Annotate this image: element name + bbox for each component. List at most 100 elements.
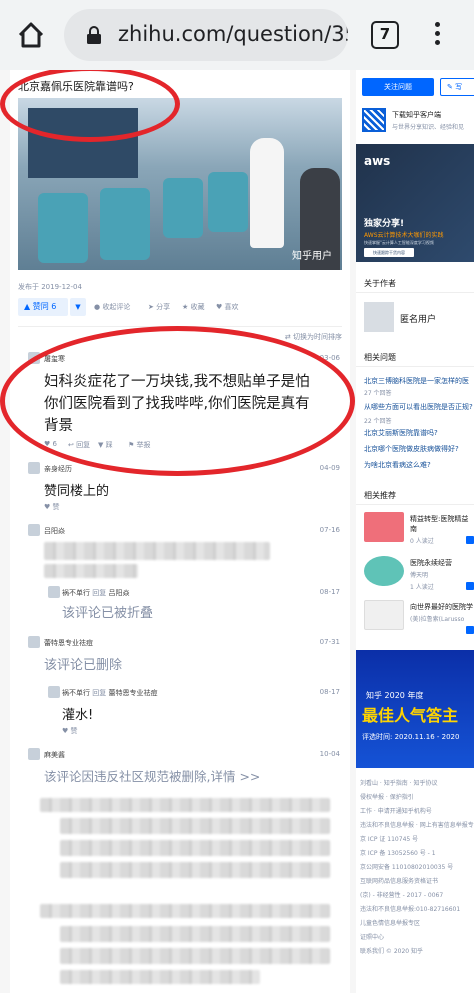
- footer-links[interactable]: 刘看山 · 知乎指南 · 知乎协议: [360, 778, 437, 787]
- comment-date: 10-04: [319, 750, 340, 758]
- standing-person: [250, 138, 284, 248]
- avatar[interactable]: [28, 462, 40, 474]
- footer-license[interactable]: 京 ICP 备 13052560 号 - 1: [360, 848, 436, 857]
- downvote-button[interactable]: ▼: [70, 298, 86, 316]
- browser-toolbar: zhihu.com/question/35 7: [0, 0, 474, 70]
- presentation-screen: [28, 108, 138, 178]
- blurred-comment: [60, 948, 330, 964]
- related-question-link[interactable]: 为啥北京看病这么难?: [364, 460, 431, 470]
- comment-text: 灌水!: [62, 708, 94, 723]
- avatar[interactable]: [28, 748, 40, 760]
- seat: [208, 172, 248, 232]
- book-cover[interactable]: [364, 600, 404, 630]
- book-author: 傅天明: [410, 572, 429, 579]
- ad-banner[interactable]: aws 独家分享! AWS云计算技术大咖们的实践 快速掌握"云计算人工智能深度学…: [356, 144, 474, 262]
- dislike-button[interactable]: ▼ 踩: [98, 440, 113, 450]
- related-question-link[interactable]: 北京艾丽斯医院靠谱吗?: [364, 428, 438, 438]
- blurred-comment: [44, 564, 138, 578]
- footer-links[interactable]: 儿童色情信息举报专区: [360, 918, 420, 927]
- related-question-link[interactable]: 从哪些方面可以看出医院是否正规?: [364, 402, 473, 412]
- blurred-comment: [44, 542, 270, 560]
- footer-links[interactable]: 侵权举报 · 保护指引: [360, 792, 414, 801]
- comment-author[interactable]: 祸不单行 回复 吕阳焱: [62, 588, 129, 598]
- ad-button[interactable]: 快速跟踪干货内容: [364, 248, 414, 257]
- read-count: 0 人读过: [410, 538, 434, 545]
- footer-links[interactable]: 工作 · 申请开通知乎机构号: [360, 806, 432, 815]
- book-title[interactable]: 精益转型:医院精益: [410, 514, 468, 524]
- footer-license[interactable]: 互联网药品信息服务资格证书: [360, 876, 438, 885]
- book-cover[interactable]: [364, 512, 404, 542]
- avatar[interactable]: [28, 524, 40, 536]
- photo-watermark: 知乎用户: [292, 251, 332, 262]
- qr-code-icon[interactable]: [362, 108, 386, 132]
- comment-like-count[interactable]: ♥ 6: [44, 440, 57, 448]
- collapsed-notice[interactable]: 该评论已被折叠: [62, 602, 153, 621]
- comment-author[interactable]: 祸不单行 回复 蕾特恩专业祛痘: [62, 688, 157, 698]
- collapse-comments-button[interactable]: ● 收起评论: [94, 302, 130, 312]
- seat: [38, 193, 88, 263]
- ad-description: 快速掌握"云计算人工智能深度学习视频: [364, 240, 434, 245]
- book-cover[interactable]: [364, 556, 404, 586]
- report-button[interactable]: ⚑ 举报: [128, 440, 151, 450]
- author-avatar[interactable]: [364, 302, 394, 332]
- blurred-comment: [60, 818, 330, 834]
- comment-author[interactable]: 亲身经历: [44, 464, 72, 474]
- like-button[interactable]: ♥ 赞: [62, 726, 78, 736]
- comment-date: 08-17: [319, 588, 340, 596]
- like-button[interactable]: ♥ 赞: [44, 502, 60, 512]
- deleted-notice: 该评论已删除: [44, 658, 123, 673]
- comment-author[interactable]: 吕阳焱: [44, 526, 65, 536]
- recommended-heading: 相关推荐: [364, 491, 396, 500]
- comment-author[interactable]: 屠玺寒: [44, 354, 65, 364]
- comment-date: 08-17: [319, 688, 340, 696]
- about-author-heading: 关于作者: [364, 279, 396, 288]
- publish-date: 发布于 2019-12-04: [18, 283, 82, 291]
- sidebar: 关注问题 ✎ 写 下载知乎客户端 与世界分享知识、经验和见 aws 独家分享! …: [356, 70, 474, 993]
- avatar[interactable]: [48, 686, 60, 698]
- favorite-button[interactable]: ★ 收藏: [182, 302, 205, 312]
- comment-author[interactable]: 麻美酱: [44, 750, 65, 760]
- reply-button[interactable]: ↩ 回复: [68, 440, 90, 450]
- footer-copyright: 联系我们 © 2020 知乎: [360, 948, 423, 955]
- write-answer-button[interactable]: ✎ 写: [440, 78, 474, 96]
- comment-text-line: 你们医院看到了找我哔哔,你们医院是真有: [44, 396, 310, 412]
- ad-title: 独家分享!: [364, 219, 405, 229]
- lock-icon: [87, 26, 101, 44]
- book-title[interactable]: 医院永续经营: [410, 558, 452, 568]
- more-options-icon[interactable]: [433, 22, 441, 48]
- read-count: 1 人读过: [410, 584, 434, 591]
- home-icon[interactable]: [16, 20, 46, 50]
- footer-links[interactable]: 证照中心: [360, 932, 384, 941]
- address-bar[interactable]: zhihu.com/question/35: [64, 9, 348, 61]
- avatar[interactable]: [28, 352, 40, 364]
- tab-switcher-button[interactable]: 7: [371, 21, 399, 49]
- seat: [163, 178, 203, 238]
- question-photo[interactable]: 知乎用户: [18, 98, 342, 270]
- footer-license[interactable]: 京公网安备 11010802010035 号: [360, 862, 453, 871]
- ad-subtitle: AWS云计算技术大咖们的实践: [364, 232, 444, 239]
- book-title[interactable]: 向世界最好的医院学: [410, 602, 473, 612]
- related-question-link[interactable]: 北京哪个医院做皮肤病做得好?: [364, 444, 459, 454]
- comment-author[interactable]: 蕾特恩专业祛痘: [44, 638, 93, 648]
- blurred-comment: [40, 904, 330, 918]
- avatar[interactable]: [28, 636, 40, 648]
- badge-icon: [466, 626, 474, 634]
- upvote-button[interactable]: ▲ 赞同 6: [18, 298, 68, 316]
- footer-links[interactable]: 违法和不良信息举报 · 网上有害信息举报专区: [360, 820, 474, 829]
- follow-question-button[interactable]: 关注问题: [362, 78, 434, 96]
- banner-date: 评选时间: 2020.11.16 - 2020: [362, 733, 460, 741]
- footer-license[interactable]: 京 ICP 证 110745 号: [360, 834, 418, 843]
- avatar[interactable]: [48, 586, 60, 598]
- download-app-title[interactable]: 下载知乎客户端: [392, 110, 441, 120]
- comment-text: 赞同楼上的: [44, 484, 110, 499]
- share-button[interactable]: ➤ 分享: [148, 302, 170, 312]
- question-title[interactable]: 北京嘉佩乐医院靠谱吗?: [18, 78, 134, 94]
- event-banner[interactable]: 知乎 2020 年度 最佳人气答主 评选时间: 2020.11.16 - 202…: [356, 650, 474, 768]
- violation-notice[interactable]: 该评论因违反社区规范被删除,详情 >>: [44, 766, 260, 785]
- related-question-link[interactable]: 北京三博脑科医院是一家怎样的医: [364, 376, 469, 386]
- sort-toggle[interactable]: ⇄ 切换为时间排序: [285, 332, 342, 342]
- divider: [18, 326, 342, 327]
- author-name[interactable]: 匿名用户: [400, 312, 436, 325]
- like-button[interactable]: ♥ 喜欢: [216, 302, 239, 312]
- page-content: 北京嘉佩乐医院靠谱吗? 知乎用户 发布于 2019-12-04 ▲ 赞同 6 ▼…: [0, 70, 474, 993]
